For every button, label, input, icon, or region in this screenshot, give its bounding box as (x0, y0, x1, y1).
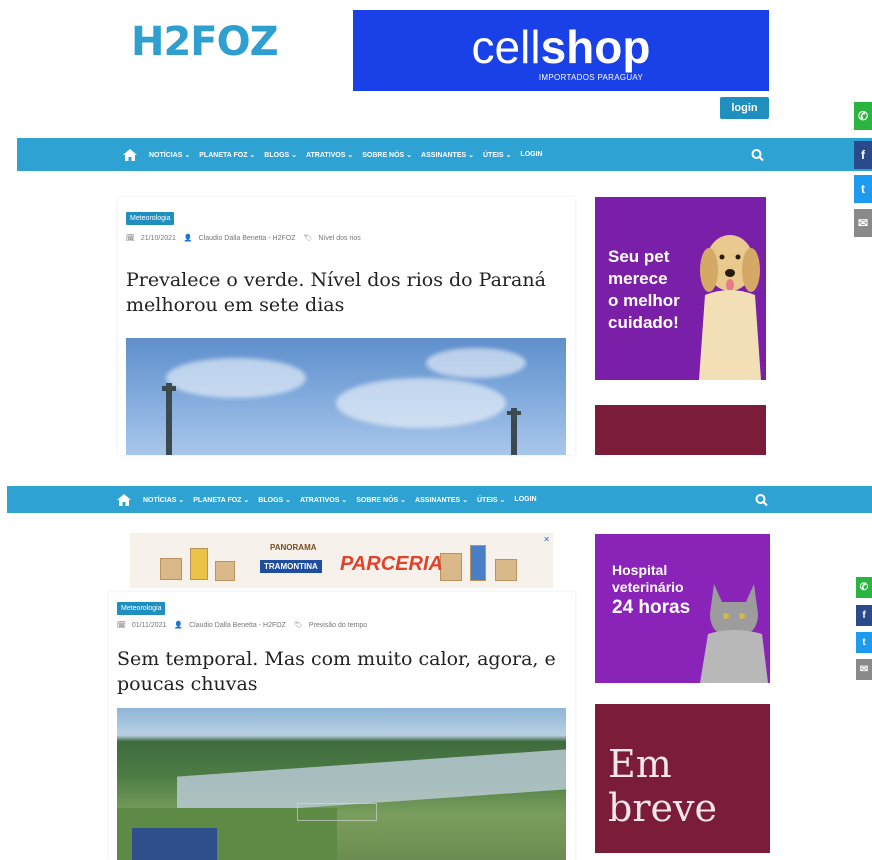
article-title[interactable]: Sem temporal. Mas com muito calor, agora… (117, 647, 556, 697)
tag-icon: 🏷 (293, 622, 303, 629)
nav-item-atrativos[interactable]: ATRATIVOS ⌄ (306, 151, 353, 159)
hospital-ad-hours: 24 horas (612, 597, 691, 618)
cellshop-subtitle: IMPORTADOS PARAGUAY (538, 73, 644, 82)
nav-item-login[interactable]: LOGIN (514, 496, 536, 503)
tag-icon: 🏷 (303, 235, 313, 242)
article-date[interactable]: 21/10/2021 (141, 235, 176, 242)
nav-item-blogs[interactable]: BLOGS ⌄ (258, 496, 291, 504)
login-button[interactable]: login (720, 97, 769, 119)
pet-ad-line: Seu pet (608, 247, 670, 266)
article-title-line: poucas chuvas (117, 673, 258, 695)
nav-item-planeta-foz[interactable]: PLANETA FOZ ⌄ (193, 496, 249, 504)
article-meta: 🗓 21/10/2021 👤 Claudio Dalla Benetta - H2F… (126, 234, 367, 242)
nav-item-login[interactable]: LOGIN (520, 151, 542, 158)
tramontina-banner-ad[interactable]: PANORAMA TRAMONTINA PARCERIA ✕ (130, 533, 553, 588)
article-image[interactable] (117, 708, 566, 860)
nav-item-sobre-nos[interactable]: SOBRE NÓS ⌄ (356, 496, 406, 504)
nav-item-assinantes[interactable]: ASSINANTES ⌄ (421, 151, 474, 159)
nav-item-noticias[interactable]: NOTÍCIAS ⌄ (149, 151, 190, 159)
hospital-ad[interactable]: Hospital veterinário 24 horas (595, 534, 770, 683)
cat-illustration (700, 584, 768, 683)
home-icon[interactable] (123, 148, 137, 161)
dog-illustration (699, 235, 761, 380)
article-title-line: melhorou em sete dias (126, 294, 345, 316)
panorama-label: PANORAMA (270, 543, 317, 552)
em-breve-ad[interactable]: Em breve (595, 704, 770, 853)
nav-item-noticias[interactable]: NOTÍCIAS ⌄ (143, 496, 184, 504)
main-nav-bar: NOTÍCIAS ⌄ PLANETA FOZ ⌄ BLOGS ⌄ ATRATIV… (17, 138, 872, 171)
category-badge[interactable]: Meteorologia (126, 212, 175, 225)
facebook-share-icon[interactable]: f (854, 141, 872, 169)
article-author[interactable]: Claudio Dalla Benetta - H2FOZ (199, 235, 296, 242)
user-icon: 👤 (174, 622, 184, 629)
article-tag[interactable]: Nível dos rios (318, 235, 360, 242)
email-share-icon[interactable]: ✉ (854, 209, 872, 237)
article-title[interactable]: Prevalece o verde. Nível dos rios do Par… (126, 268, 546, 318)
article-card[interactable]: Meteorologia 🗓 01/11/2021 👤 Claudio Dalla … (109, 592, 575, 860)
cellshop-brand-light: cell (471, 21, 541, 73)
site-logo[interactable]: H2FOZ (131, 19, 279, 65)
nav-item-sobre-nos[interactable]: SOBRE NÓS ⌄ (362, 151, 412, 159)
category-badge[interactable]: Meteorologia (117, 602, 166, 615)
twitter-share-icon[interactable]: t (856, 632, 872, 653)
article-title-line: Prevalece o verde. Nível dos rios do Par… (126, 269, 546, 291)
pet-ad-line: merece (608, 269, 668, 288)
cellshop-brand: cellshop (353, 10, 769, 70)
article-meta: 🗓 01/11/2021 👤 Claudio Dalla Benetta - H2F… (117, 621, 373, 629)
search-icon[interactable] (755, 493, 768, 506)
cellshop-banner-ad[interactable]: cellshop IMPORTADOS PARAGUAY (353, 10, 769, 91)
search-icon[interactable] (751, 148, 764, 161)
pet-ad-line: cuidado! (608, 313, 679, 332)
article-tag[interactable]: Previsão do tempo (309, 622, 367, 629)
calendar-icon: 🗓 (126, 235, 135, 242)
nav-item-assinantes[interactable]: ASSINANTES ⌄ (415, 496, 468, 504)
article-title-line: Sem temporal. Mas com muito calor, agora… (117, 648, 556, 670)
tramontina-label: TRAMONTINA (260, 560, 322, 573)
hospital-ad-line: veterinário (612, 579, 684, 595)
pet-ad-line: o melhor (608, 291, 680, 310)
article-date[interactable]: 01/11/2021 (132, 622, 167, 629)
cellshop-brand-bold: shop (540, 21, 651, 73)
nav-item-planeta-foz[interactable]: PLANETA FOZ ⌄ (199, 151, 255, 159)
em-breve-text: Em breve (608, 742, 717, 830)
article-image[interactable] (126, 338, 566, 455)
em-breve-line: breve (608, 786, 717, 830)
pet-ad[interactable]: Seu pet merece o melhor cuidado! (595, 197, 766, 380)
twitter-share-icon[interactable]: t (854, 175, 872, 203)
article-card[interactable]: Meteorologia 🗓 21/10/2021 👤 Claudio Dalla … (118, 197, 575, 455)
nav-item-uteis[interactable]: ÚTEIS ⌄ (483, 151, 511, 159)
nav-item-uteis[interactable]: ÚTEIS ⌄ (477, 496, 505, 504)
user-icon: 👤 (183, 235, 193, 242)
hospital-ad-text: Hospital veterinário 24 horas (612, 562, 691, 618)
calendar-icon: 🗓 (117, 622, 126, 629)
em-breve-line: Em (608, 742, 672, 786)
close-ad-icon[interactable]: ✕ (543, 535, 550, 544)
sticky-nav-bar: NOTÍCIAS ⌄ PLANETA FOZ ⌄ BLOGS ⌄ ATRATIV… (7, 486, 872, 513)
pet-ad-text: Seu pet merece o melhor cuidado! (608, 246, 680, 334)
article-author[interactable]: Claudio Dalla Benetta - H2FOZ (189, 622, 286, 629)
email-share-icon[interactable]: ✉ (856, 659, 872, 680)
hospital-ad-line: Hospital (612, 562, 668, 578)
facebook-share-icon[interactable]: f (856, 605, 872, 626)
maroon-ad[interactable] (595, 405, 766, 455)
parceria-label: PARCERIA (340, 553, 443, 575)
nav-item-blogs[interactable]: BLOGS ⌄ (264, 151, 297, 159)
whatsapp-share-icon[interactable]: ✆ (856, 577, 872, 598)
home-icon[interactable] (117, 493, 131, 506)
nav-item-atrativos[interactable]: ATRATIVOS ⌄ (300, 496, 347, 504)
whatsapp-share-icon[interactable]: ✆ (854, 102, 872, 130)
